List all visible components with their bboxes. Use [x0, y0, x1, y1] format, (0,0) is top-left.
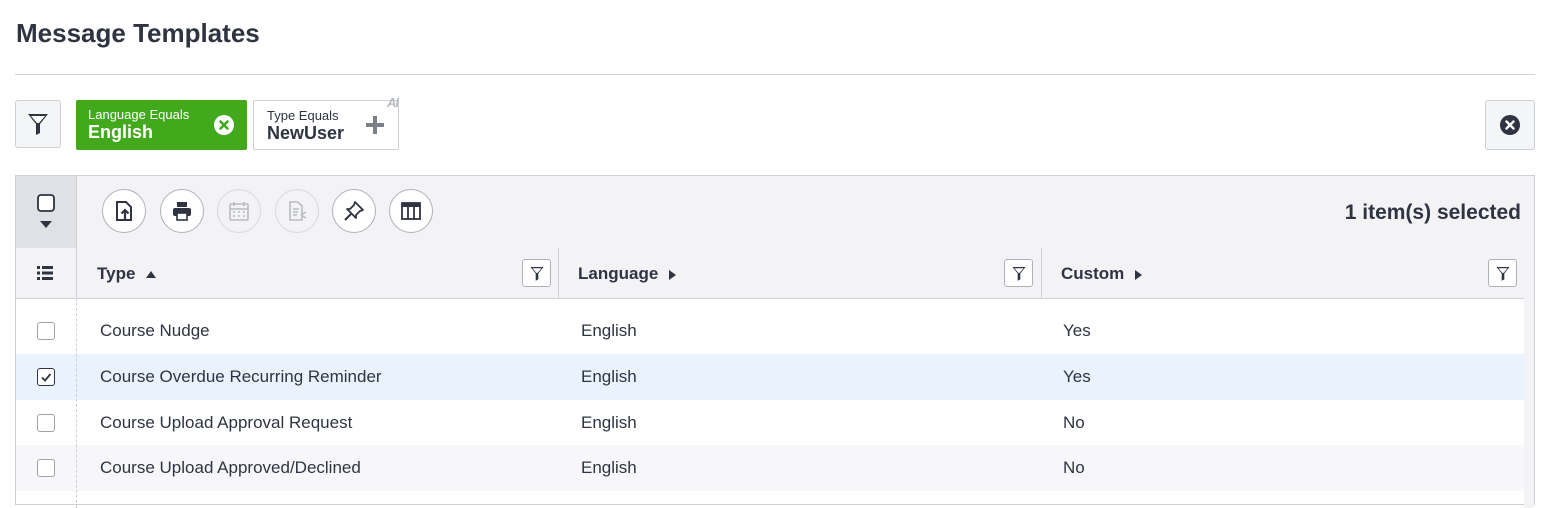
funnel-icon: [1011, 266, 1026, 281]
pin-icon: [344, 201, 364, 221]
column-chooser[interactable]: [16, 248, 77, 298]
checkmark-icon: [41, 373, 52, 382]
column-filter-button[interactable]: [1488, 259, 1517, 287]
cell-custom: Yes: [1063, 367, 1091, 386]
cell-custom: Yes: [1063, 321, 1091, 340]
cell-type: Course Upload Approved/Declined: [100, 458, 361, 477]
cell-type: Course Upload Approval Request: [100, 413, 353, 432]
column-divider: [76, 298, 77, 508]
table-row[interactable]: Course Nudge English Yes: [16, 308, 1524, 354]
row-checkbox[interactable]: [37, 414, 55, 432]
filter-toggle-button[interactable]: [15, 100, 61, 148]
column-filter-button[interactable]: [1004, 259, 1033, 287]
cell-type: Course Overdue Recurring Reminder: [100, 367, 382, 386]
table-header: Type Language Custom: [16, 248, 1534, 299]
caret-right-icon: [669, 269, 677, 280]
cell-type: Course Nudge: [100, 321, 210, 340]
filter-chip-value: English: [88, 122, 154, 142]
calendar-icon: [229, 202, 249, 221]
caret-right-icon: [1135, 269, 1143, 280]
pin-button[interactable]: [332, 189, 376, 233]
column-header-language[interactable]: Language: [559, 248, 1042, 298]
filter-chip-value: NewUser: [267, 123, 345, 143]
row-checkbox[interactable]: [37, 322, 55, 340]
column-label: Type: [97, 264, 136, 283]
column-header-custom[interactable]: Custom: [1042, 248, 1534, 298]
column-header-type[interactable]: Type: [77, 248, 559, 298]
print-button[interactable]: [160, 189, 204, 233]
schedule-button[interactable]: [217, 189, 261, 233]
table-row[interactable]: Course Upload Approval Request English N…: [16, 400, 1524, 446]
columns-button[interactable]: [389, 189, 433, 233]
vertical-scrollbar[interactable]: [1524, 298, 1534, 508]
add-filter-icon[interactable]: [363, 113, 387, 137]
checkbox-icon: [37, 194, 55, 212]
column-label: Custom: [1061, 264, 1125, 283]
grid-toolbar: 1 item(s) selected: [16, 176, 1534, 249]
cell-language: English: [581, 413, 637, 432]
export-icon: [116, 201, 132, 221]
funnel-icon: [28, 114, 48, 135]
cell-language: English: [581, 458, 637, 477]
funnel-icon: [1495, 266, 1510, 281]
selected-count: 1 item(s) selected: [1344, 201, 1521, 224]
caret-down-icon: [40, 221, 52, 228]
document-share-icon: [289, 201, 307, 221]
title-divider: [15, 74, 1535, 75]
column-label: Language: [578, 264, 659, 283]
clear-filters-button[interactable]: [1485, 100, 1535, 150]
select-all-dropdown[interactable]: [16, 176, 77, 248]
page-title: Message Templates: [16, 18, 260, 48]
row-checkbox[interactable]: [37, 459, 55, 477]
remove-filter-icon[interactable]: [214, 115, 234, 135]
cell-custom: No: [1063, 458, 1085, 477]
export-button[interactable]: [102, 189, 146, 233]
columns-icon: [401, 202, 421, 220]
filter-chip-key: Type Equals: [267, 108, 339, 123]
ai-badge: AI: [387, 95, 399, 110]
share-button[interactable]: [275, 189, 319, 233]
row-checkbox[interactable]: [37, 368, 55, 386]
print-icon: [173, 202, 191, 221]
cell-custom: No: [1063, 413, 1085, 432]
close-circle-icon: [1500, 115, 1520, 135]
cell-language: English: [581, 321, 637, 340]
table-row[interactable]: Course Upload Approved/Declined English …: [16, 445, 1524, 491]
filter-chip-key: Language Equals: [88, 107, 190, 122]
table-row[interactable]: Course Overdue Recurring Reminder Englis…: [16, 354, 1524, 400]
column-filter-button[interactable]: [522, 259, 551, 287]
cell-language: English: [581, 367, 637, 386]
templates-grid: 1 item(s) selected Type Language Custom …: [15, 175, 1535, 508]
sort-ascending-icon: [146, 271, 157, 279]
list-icon: [37, 266, 53, 280]
funnel-icon: [529, 266, 544, 281]
